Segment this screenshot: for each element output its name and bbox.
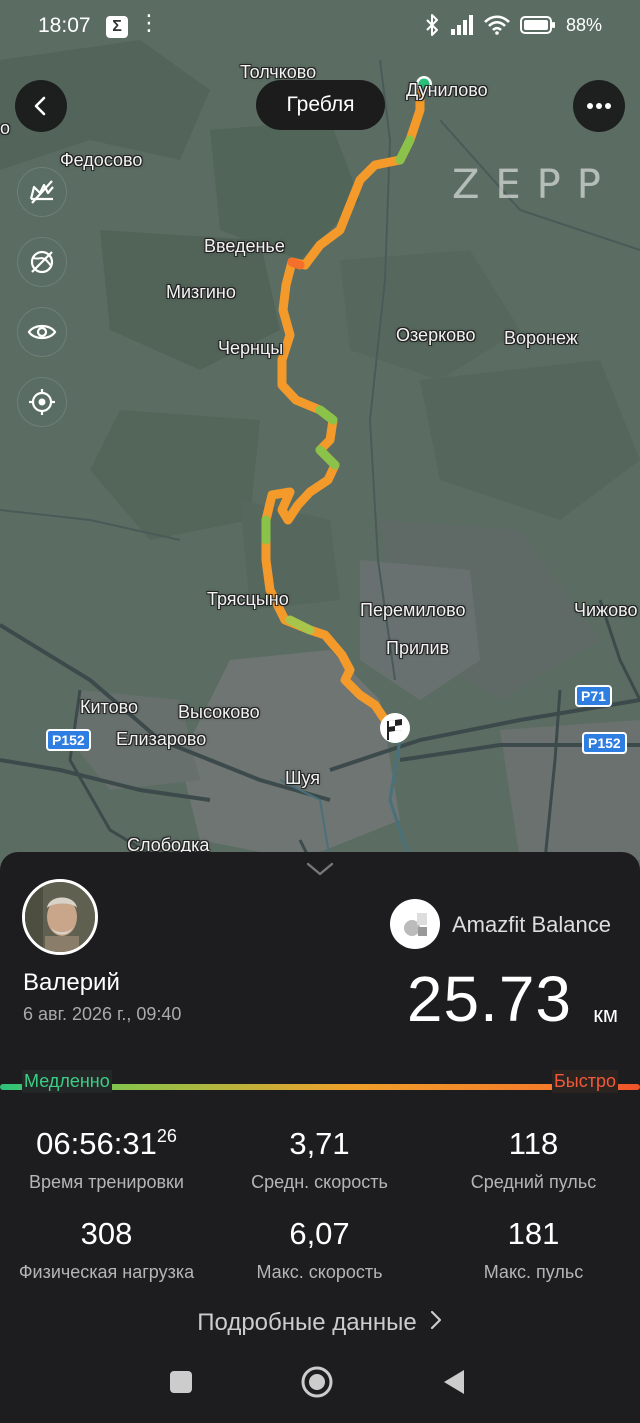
map-canvas bbox=[0, 40, 640, 900]
map-type-toggle-button[interactable] bbox=[17, 167, 67, 217]
zepp-watermark: ZEPP bbox=[452, 162, 617, 208]
place-label: Федосово bbox=[60, 150, 143, 170]
place-label: Чернцы bbox=[218, 338, 284, 358]
place-label: Введенье bbox=[204, 236, 285, 256]
back-triangle-icon[interactable] bbox=[440, 1368, 466, 1396]
status-bar: 18:07 Σ ⋮ 88% bbox=[0, 0, 640, 54]
cell-signal-icon bbox=[450, 15, 473, 35]
recents-square-icon[interactable] bbox=[168, 1369, 194, 1395]
more-options-button[interactable] bbox=[573, 80, 625, 132]
battery-icon bbox=[519, 16, 555, 34]
route-finish-flag-icon bbox=[380, 713, 410, 743]
back-button[interactable] bbox=[15, 80, 67, 132]
place-label: Мизгино bbox=[166, 282, 236, 302]
road-sign: Р152 bbox=[582, 732, 627, 754]
collapse-chevron-icon[interactable] bbox=[304, 858, 336, 878]
place-label-partial: о bbox=[0, 118, 11, 138]
place-label: Чижово bbox=[574, 600, 638, 620]
place-label: Озерково bbox=[396, 325, 476, 345]
chevron-right-icon bbox=[429, 1309, 443, 1337]
locate-icon bbox=[29, 389, 55, 415]
distance-value: 25.73 bbox=[406, 963, 572, 1035]
hide-route-button[interactable] bbox=[17, 237, 67, 287]
battery-percent: 88% bbox=[565, 14, 602, 35]
visibility-button[interactable] bbox=[17, 307, 67, 357]
device-name: Amazfit Balance bbox=[452, 912, 611, 937]
place-label: Шуя bbox=[285, 768, 321, 788]
place-label: Дунилово bbox=[406, 80, 488, 100]
activity-type-pill: Гребля bbox=[256, 80, 385, 130]
globe-off-icon bbox=[30, 250, 54, 274]
stat-duration: 06:56:3126 Время тренировки bbox=[29, 1126, 184, 1192]
avatar-photo bbox=[25, 882, 95, 952]
map-layers-off-icon bbox=[29, 180, 54, 204]
place-label: Трясцыно bbox=[207, 589, 289, 609]
workout-date: 6 авг. 2026 г., 09:40 bbox=[23, 1004, 182, 1024]
home-circle-icon[interactable] bbox=[300, 1365, 334, 1399]
speed-slow-label: Медленно bbox=[22, 1070, 112, 1093]
recenter-button[interactable] bbox=[17, 377, 67, 427]
place-label: Воронеж bbox=[504, 328, 578, 348]
details-link[interactable]: Подробные данные bbox=[0, 1309, 640, 1337]
more-horizontal-icon bbox=[587, 103, 611, 109]
stat-training-load: 308 Физическая нагрузка bbox=[18, 1216, 195, 1282]
stat-avg-heart-rate: 118 Средний пульс bbox=[470, 1126, 597, 1192]
road-sign: Р71 bbox=[575, 685, 612, 707]
road-sign: Р152 bbox=[46, 729, 91, 751]
clock: 18:07 bbox=[38, 14, 91, 37]
system-nav-bar bbox=[0, 1352, 640, 1423]
workout-summary-panel: Amazfit Balance Валерий 6 авг. 2026 г., … bbox=[0, 852, 640, 1423]
sigma-app-icon: Σ bbox=[106, 16, 128, 38]
bluetooth-icon bbox=[426, 14, 438, 36]
place-label: Перемилово bbox=[360, 600, 466, 620]
stat-max-heart-rate: 181 Макс. пульс bbox=[483, 1216, 584, 1282]
distance-unit: км bbox=[593, 1002, 618, 1027]
avatar[interactable] bbox=[22, 879, 98, 955]
eye-icon bbox=[27, 324, 57, 340]
place-label: Елизарово bbox=[116, 729, 207, 749]
stat-avg-speed: 3,71 Средн. скорость bbox=[251, 1126, 388, 1192]
place-label: Прилив bbox=[386, 638, 450, 658]
user-name: Валерий bbox=[23, 969, 120, 996]
place-label: Высоково bbox=[178, 702, 260, 722]
device-icon bbox=[390, 899, 440, 949]
more-notifications-icon: ⋮ bbox=[138, 10, 161, 35]
wifi-icon bbox=[484, 15, 510, 35]
place-label: Китово bbox=[80, 697, 138, 717]
stat-max-speed: 6,07 Макс. скорость bbox=[256, 1216, 383, 1282]
chevron-left-icon bbox=[34, 96, 46, 116]
route-map[interactable]: Толчково Дунилово Федосово Введенье Мизг… bbox=[0, 0, 640, 900]
speed-fast-label: Быстро bbox=[551, 1070, 618, 1093]
